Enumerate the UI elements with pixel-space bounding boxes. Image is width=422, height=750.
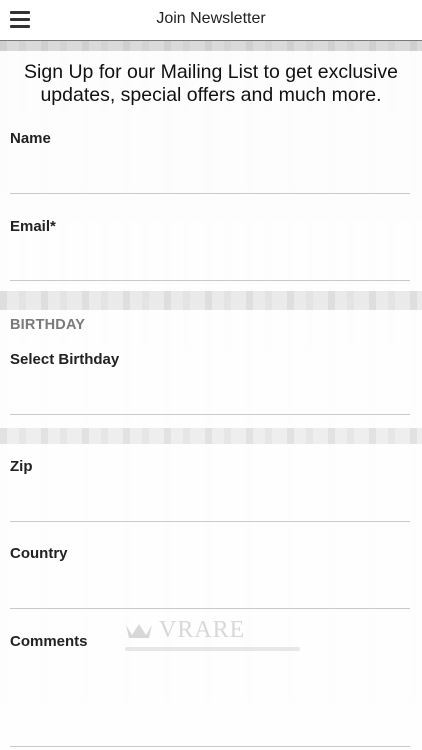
name-label: Name <box>10 130 51 147</box>
crown-icon <box>126 624 152 638</box>
zip-label: Zip <box>10 458 33 475</box>
zip-field[interactable] <box>10 491 410 522</box>
country-label: Country <box>10 545 68 562</box>
country-field[interactable] <box>10 578 410 609</box>
comments-label: Comments <box>10 633 88 650</box>
birthday-field[interactable] <box>10 384 410 415</box>
watermark-logo-text: VRARE <box>159 617 246 643</box>
brand-watermark: VRARE <box>125 617 305 663</box>
email-field[interactable] <box>10 250 410 281</box>
birthday-section-heading: BIRTHDAY <box>10 317 86 333</box>
name-field[interactable] <box>10 163 410 194</box>
comments-field[interactable] <box>10 666 410 747</box>
email-label: Email* <box>10 218 56 235</box>
page-title: Join Newsletter <box>156 10 266 27</box>
birthday-label: Select Birthday <box>10 351 120 368</box>
top-bar: Join Newsletter <box>0 0 422 41</box>
intro-text: Sign Up for our Mailing List to get excl… <box>24 61 398 106</box>
watermark-tagline <box>125 647 300 651</box>
